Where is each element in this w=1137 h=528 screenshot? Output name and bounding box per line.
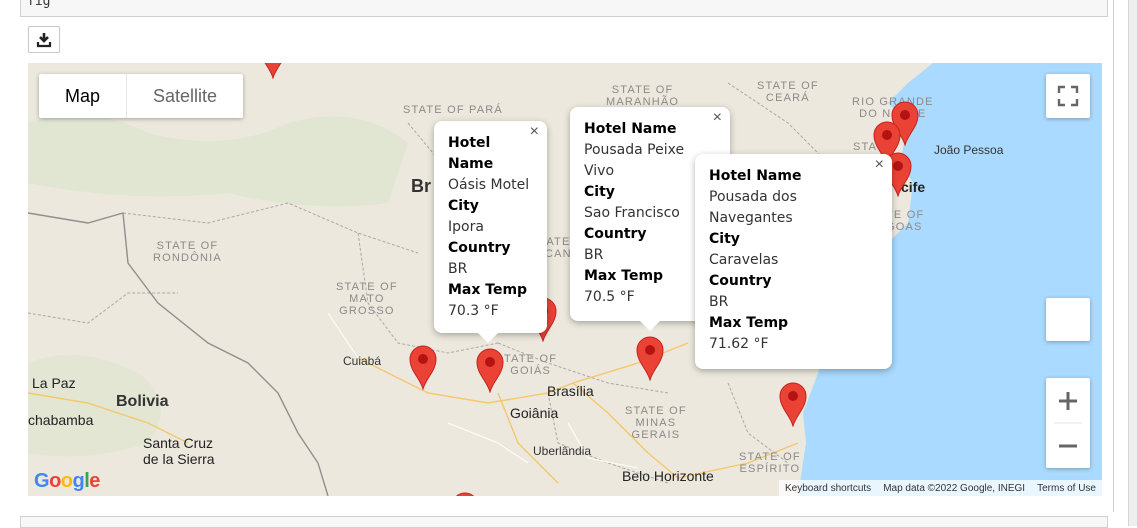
max-temp-label: Max Temp [709,315,789,331]
state-label-ceara: STATE OF CEARÁ [757,80,819,104]
zoom-in-button[interactable] [1046,378,1090,423]
keyboard-shortcuts-link[interactable]: Keyboard shortcuts [785,483,871,494]
country-label: Country [709,273,772,289]
state-label-minas-gerais: STATE OF MINAS GERAIS [625,405,687,441]
zoom-control [1046,378,1090,468]
hotel-name-label: Hotel Name [448,135,494,172]
map-marker[interactable] [778,381,808,427]
page-scrollbar[interactable] [1128,0,1137,526]
download-button[interactable] [28,26,60,53]
zoom-out-button[interactable] [1046,423,1090,468]
fullscreen-icon [1057,85,1079,107]
country-value: BR [448,261,468,277]
map-base [28,63,1102,496]
country-label-brazil: Br [411,176,432,196]
city-label-santa-cruz: Santa Cruz de la Sierra [143,435,215,467]
map-footer: Keyboard shortcuts Map data ©2022 Google… [779,480,1102,496]
map-marker[interactable] [475,347,505,393]
state-label-maranhao: STATE OF MARANHÃO [606,84,680,108]
city-label-belo-horizonte: Belo Horizonte [622,468,714,484]
map-marker[interactable] [450,491,480,496]
max-temp-value: 70.3 °F [448,303,499,319]
city-label-joao-pessoa: João Pessoa [934,143,1004,157]
close-icon[interactable]: × [875,156,884,174]
max-temp-label: Max Temp [448,282,528,298]
map-view[interactable]: STATE OF PARÁ STATE OF MARANHÃO STATE OF C… [28,63,1102,496]
hotel-name-value: Pousada dos Navegantes [709,189,797,226]
city-label-goiania: Goiânia [510,405,559,421]
state-label-mato-grosso: STATE OF MATO GROSSO [336,281,398,317]
city-label-brasilia: Brasília [547,383,594,399]
state-label-rondonia: STATE OF RONDÔNIA [153,240,222,264]
map-data-attribution: Map data ©2022 Google, INEGI [883,482,1026,494]
map-marker[interactable] [635,335,665,381]
cell-border [1113,0,1114,512]
country-label-bolivia: Bolivia [116,393,169,410]
state-label-espirito-santo: STATE OF ESPÍRITO [739,451,801,475]
next-cell[interactable] [20,516,1108,528]
street-view-button[interactable] [1046,298,1090,341]
info-window: × Hotel Name Pousada dos Navegantes City… [695,154,892,369]
city-label-cochabamba: chabamba [28,412,94,428]
map-type-control: Map Satellite [39,74,244,118]
city-value: Caravelas [709,252,779,268]
hotel-name-label: Hotel Name [709,168,802,184]
country-value: BR [709,294,729,310]
map-marker[interactable] [258,63,288,79]
city-label-la-paz: La Paz [32,375,76,391]
map-type-map-button[interactable]: Map [39,74,128,118]
hotel-name-label: Hotel Name [584,121,677,137]
map-type-satellite-button[interactable]: Satellite [127,74,243,118]
city-value: Ipora [448,219,484,235]
city-label: City [448,198,479,214]
state-label-para: STATE OF PARÁ [403,104,503,116]
download-icon [36,33,52,48]
terms-of-use-link[interactable]: Terms of Use [1037,483,1096,494]
city-label-cuiaba: Cuiabá [343,354,382,368]
output-cell-top: fig [20,0,1108,17]
city-label-uberlandia: Uberlândia [533,444,592,458]
fullscreen-button[interactable] [1046,74,1090,118]
state-label-goias: TATE OF GOIÁS [504,353,558,377]
country-label: Country [448,240,511,256]
map-marker[interactable] [408,344,438,390]
close-icon[interactable]: × [530,123,539,141]
state-label-tocantins: ATE CAN [545,236,572,260]
city-label: City [709,231,740,247]
info-window: × Hotel Name Oásis Motel City Ipora Coun… [434,121,547,343]
max-temp-value: 71.62 °F [709,336,769,352]
close-icon[interactable]: × [713,109,722,127]
hotel-name-value: Oásis Motel [448,177,530,193]
google-logo[interactable]: Google [34,470,100,493]
cell-text: fig [27,0,51,9]
